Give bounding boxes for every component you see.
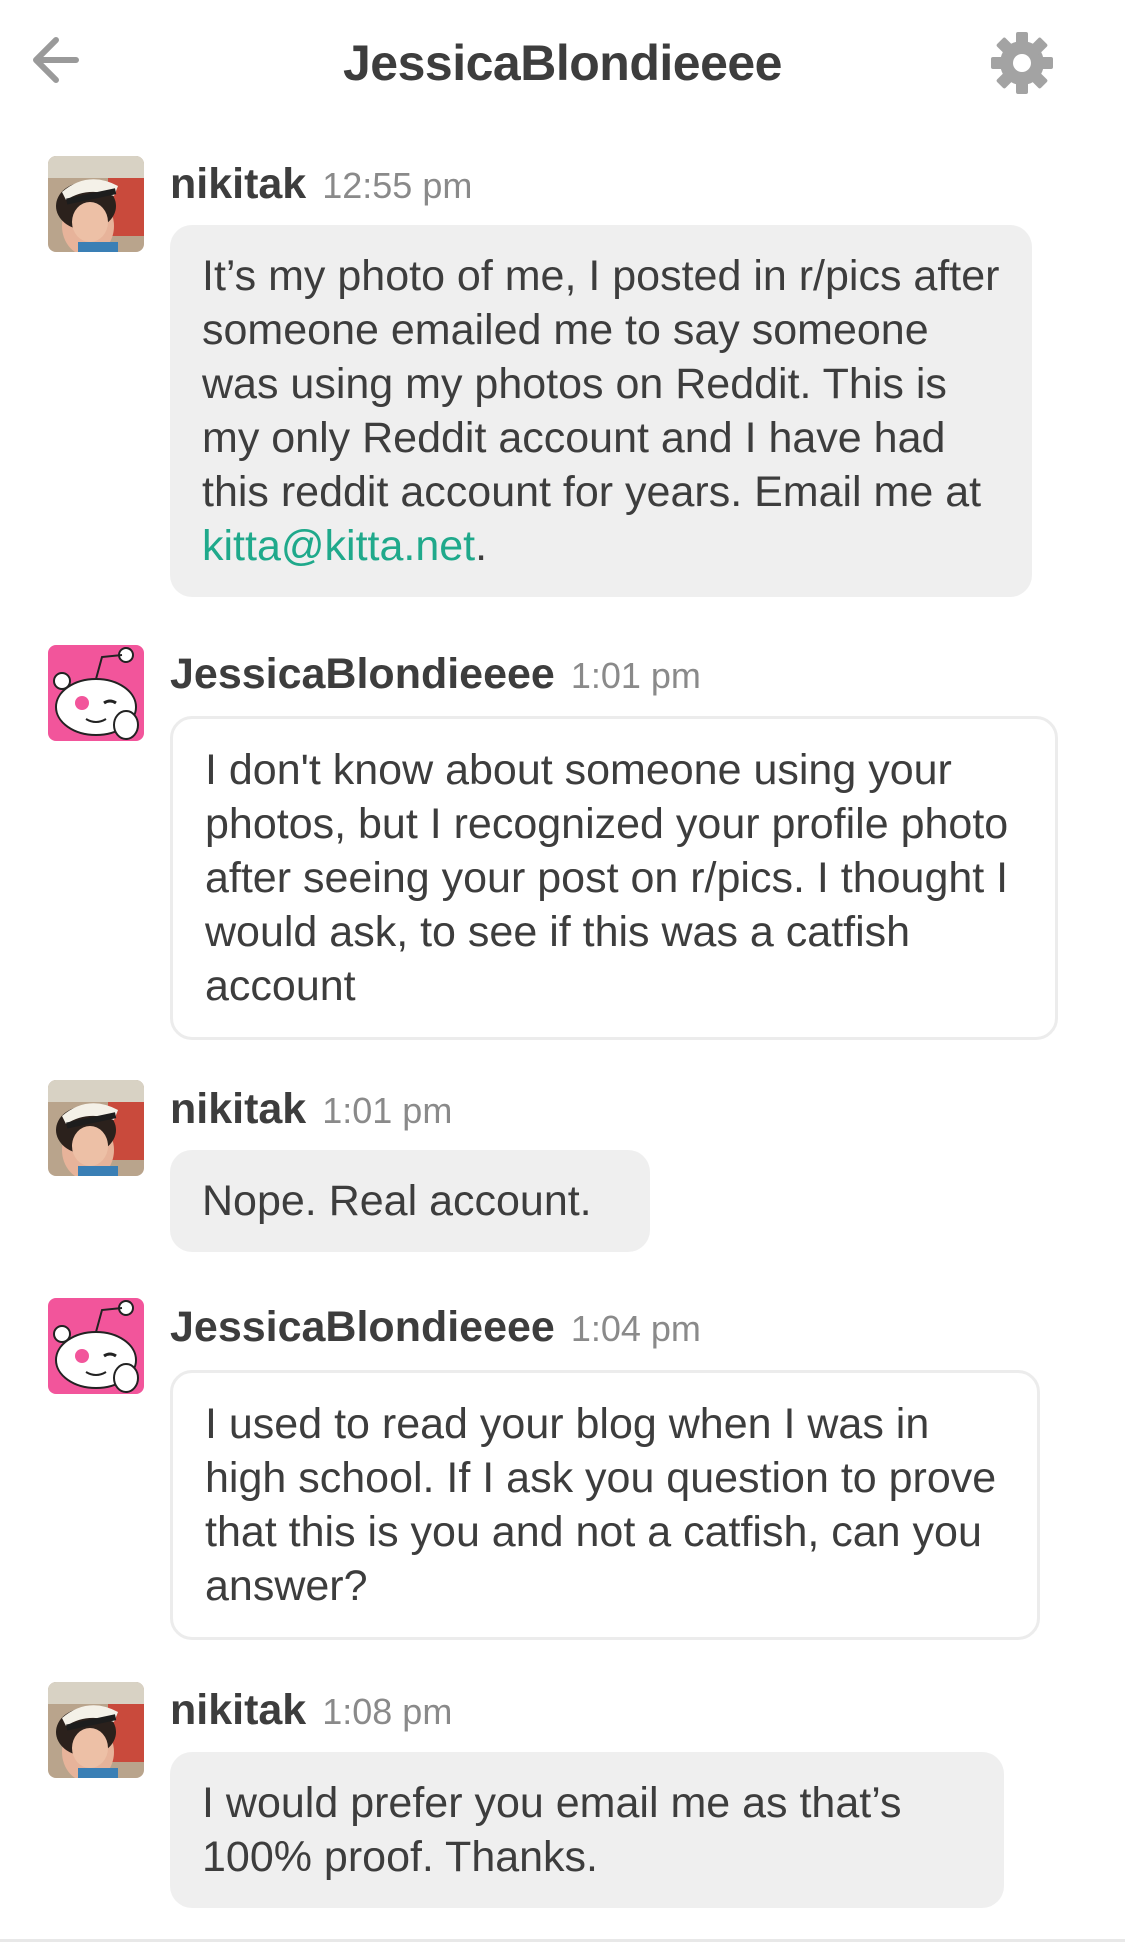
conversation-title: JessicaBlondieeee (343, 35, 783, 91)
message-time: 12:55 pm (322, 165, 473, 206)
message-time: 1:01 pm (570, 655, 701, 696)
author-name[interactable]: JessicaBlondieeee (170, 1303, 555, 1351)
message-bubble: I don't know about someone using your ph… (170, 716, 1058, 1040)
settings-button[interactable] (987, 28, 1057, 98)
author-name[interactable]: nikitak (170, 1085, 306, 1133)
avatar-jessicablondieeee[interactable] (48, 1298, 144, 1394)
author-name[interactable]: nikitak (170, 1686, 306, 1734)
snoo-avatar-icon (48, 1298, 144, 1394)
message-meta: nikitak 1:01 pm (170, 1085, 452, 1134)
message-text: Nope. Real account. (202, 1177, 592, 1225)
message-bubble: It’s my photo of me, I posted in r/pics … (170, 225, 1032, 597)
email-link[interactable]: kitta@kitta.net (202, 522, 475, 570)
message-time: 1:04 pm (570, 1308, 701, 1349)
message-bubble: I used to read your blog when I was in h… (170, 1370, 1040, 1640)
message-meta: nikitak 12:55 pm (170, 160, 472, 209)
avatar-nikitak[interactable] (48, 1080, 144, 1176)
author-name[interactable]: nikitak (170, 160, 306, 208)
message-meta: JessicaBlondieeee 1:01 pm (170, 650, 701, 699)
user-photo-icon (48, 1080, 144, 1176)
message-time: 1:08 pm (322, 1691, 453, 1732)
message-text-end: . (475, 522, 488, 570)
avatar-nikitak[interactable] (48, 1682, 144, 1778)
avatar-jessicablondieeee[interactable] (48, 645, 144, 741)
message-time: 1:01 pm (322, 1090, 453, 1131)
message-text: I don't know about someone using your ph… (205, 746, 1009, 1010)
message-text: I would prefer you email me as that’s 10… (202, 1779, 902, 1881)
author-name[interactable]: JessicaBlondieeee (170, 650, 555, 698)
message-text: I used to read your blog when I was in h… (205, 1400, 997, 1610)
user-photo-icon (48, 156, 144, 252)
gear-icon (991, 32, 1053, 94)
message-text: It’s my photo of me, I posted in r/pics … (202, 252, 1000, 516)
user-photo-icon (48, 1682, 144, 1778)
snoo-avatar-icon (48, 645, 144, 741)
message-meta: nikitak 1:08 pm (170, 1686, 452, 1735)
conversation-header: JessicaBlondieeee (0, 0, 1125, 125)
bottom-divider (0, 1939, 1125, 1942)
avatar-nikitak[interactable] (48, 156, 144, 252)
message-bubble: Nope. Real account. (170, 1150, 650, 1252)
message-meta: JessicaBlondieeee 1:04 pm (170, 1303, 701, 1352)
message-bubble: I would prefer you email me as that’s 10… (170, 1752, 1004, 1908)
